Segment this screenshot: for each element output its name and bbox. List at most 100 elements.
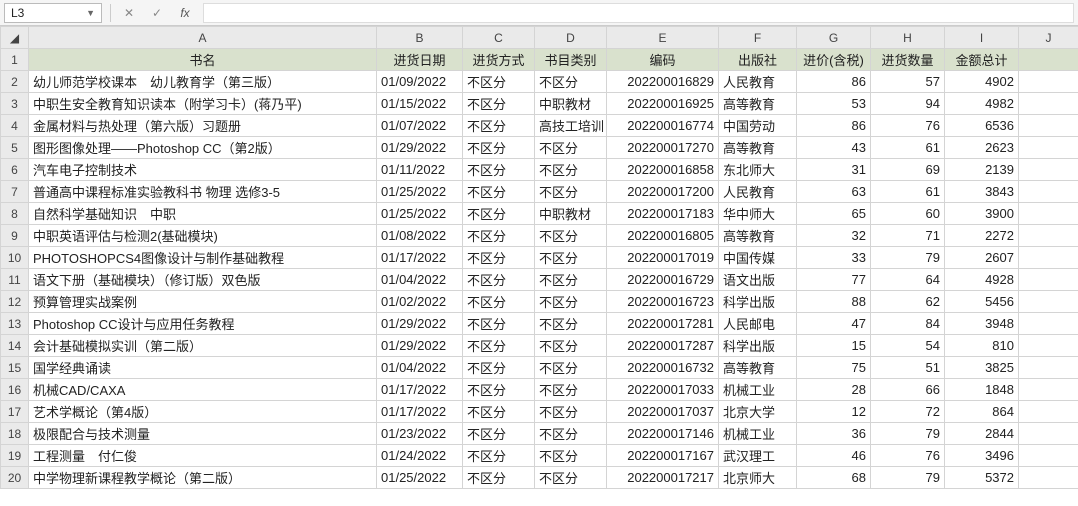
cell-name[interactable]: 国学经典诵读 bbox=[29, 357, 377, 379]
row-header[interactable]: 7 bbox=[1, 181, 29, 203]
cell-way[interactable]: 不区分 bbox=[463, 467, 535, 489]
cell-qty[interactable]: 72 bbox=[871, 401, 945, 423]
cell-pub[interactable]: 人民教育 bbox=[719, 181, 797, 203]
cell-empty[interactable] bbox=[1019, 401, 1078, 423]
cell-date[interactable]: 01/29/2022 bbox=[377, 313, 463, 335]
cell-name[interactable]: 语文下册（基础模块）（修订版）双色版 bbox=[29, 269, 377, 291]
cell-price[interactable]: 75 bbox=[797, 357, 871, 379]
cell-pub[interactable]: 人民教育 bbox=[719, 71, 797, 93]
data-header-cell[interactable]: 书目类别 bbox=[535, 49, 607, 71]
cell-way[interactable]: 不区分 bbox=[463, 269, 535, 291]
cell-qty[interactable]: 62 bbox=[871, 291, 945, 313]
cell-qty[interactable]: 60 bbox=[871, 203, 945, 225]
cell-way[interactable]: 不区分 bbox=[463, 357, 535, 379]
cancel-formula-button[interactable]: ✕ bbox=[119, 3, 139, 23]
cell-cat[interactable]: 不区分 bbox=[535, 137, 607, 159]
cell-qty[interactable]: 69 bbox=[871, 159, 945, 181]
row-header[interactable]: 13 bbox=[1, 313, 29, 335]
cell-price[interactable]: 36 bbox=[797, 423, 871, 445]
cell-price[interactable]: 15 bbox=[797, 335, 871, 357]
cell-empty[interactable] bbox=[1019, 49, 1078, 71]
cell-qty[interactable]: 61 bbox=[871, 181, 945, 203]
cell-cat[interactable]: 不区分 bbox=[535, 225, 607, 247]
cell-price[interactable]: 43 bbox=[797, 137, 871, 159]
row-header[interactable]: 20 bbox=[1, 467, 29, 489]
col-header-B[interactable]: B bbox=[377, 27, 463, 49]
cell-qty[interactable]: 57 bbox=[871, 71, 945, 93]
col-header-D[interactable]: D bbox=[535, 27, 607, 49]
cell-date[interactable]: 01/11/2022 bbox=[377, 159, 463, 181]
cell-date[interactable]: 01/02/2022 bbox=[377, 291, 463, 313]
cell-price[interactable]: 31 bbox=[797, 159, 871, 181]
cell-code[interactable]: 202200017200 bbox=[607, 181, 719, 203]
cell-date[interactable]: 01/17/2022 bbox=[377, 379, 463, 401]
data-header-cell[interactable]: 进货数量 bbox=[871, 49, 945, 71]
cell-name[interactable]: 中学物理新课程教学概论（第二版） bbox=[29, 467, 377, 489]
cell-date[interactable]: 01/25/2022 bbox=[377, 181, 463, 203]
data-header-cell[interactable]: 出版社 bbox=[719, 49, 797, 71]
name-box[interactable]: L3 ▼ bbox=[4, 3, 102, 23]
cell-name[interactable]: 机械CAD/CAXA bbox=[29, 379, 377, 401]
cell-name[interactable]: 自然科学基础知识 中职 bbox=[29, 203, 377, 225]
cell-code[interactable]: 202200016732 bbox=[607, 357, 719, 379]
cell-pub[interactable]: 武汉理工 bbox=[719, 445, 797, 467]
cell-empty[interactable] bbox=[1019, 313, 1078, 335]
row-header[interactable]: 11 bbox=[1, 269, 29, 291]
select-all-corner[interactable]: ◢ bbox=[1, 27, 29, 49]
cell-total[interactable]: 864 bbox=[945, 401, 1019, 423]
cell-pub[interactable]: 机械工业 bbox=[719, 423, 797, 445]
formula-input[interactable] bbox=[203, 3, 1074, 23]
cell-date[interactable]: 01/23/2022 bbox=[377, 423, 463, 445]
cell-pub[interactable]: 华中师大 bbox=[719, 203, 797, 225]
row-header[interactable]: 4 bbox=[1, 115, 29, 137]
cell-date[interactable]: 01/07/2022 bbox=[377, 115, 463, 137]
row-header[interactable]: 18 bbox=[1, 423, 29, 445]
cell-total[interactable]: 2139 bbox=[945, 159, 1019, 181]
row-header[interactable]: 16 bbox=[1, 379, 29, 401]
cell-empty[interactable] bbox=[1019, 225, 1078, 247]
cell-cat[interactable]: 不区分 bbox=[535, 401, 607, 423]
cell-name[interactable]: Photoshop CC设计与应用任务教程 bbox=[29, 313, 377, 335]
spreadsheet-grid[interactable]: ◢ A B C D E F G H I J 1书名进货日期进货方式书目类别编码出… bbox=[0, 26, 1078, 506]
cell-empty[interactable] bbox=[1019, 467, 1078, 489]
cell-date[interactable]: 01/17/2022 bbox=[377, 401, 463, 423]
cell-cat[interactable]: 不区分 bbox=[535, 313, 607, 335]
cell-empty[interactable] bbox=[1019, 423, 1078, 445]
cell-way[interactable]: 不区分 bbox=[463, 137, 535, 159]
cell-price[interactable]: 77 bbox=[797, 269, 871, 291]
data-header-cell[interactable]: 编码 bbox=[607, 49, 719, 71]
cell-total[interactable]: 5372 bbox=[945, 467, 1019, 489]
data-header-cell[interactable]: 进货日期 bbox=[377, 49, 463, 71]
cell-date[interactable]: 01/08/2022 bbox=[377, 225, 463, 247]
cell-qty[interactable]: 64 bbox=[871, 269, 945, 291]
cell-qty[interactable]: 54 bbox=[871, 335, 945, 357]
cell-code[interactable]: 202200016729 bbox=[607, 269, 719, 291]
cell-name[interactable]: 工程测量 付仁俊 bbox=[29, 445, 377, 467]
cell-date[interactable]: 01/24/2022 bbox=[377, 445, 463, 467]
cell-empty[interactable] bbox=[1019, 115, 1078, 137]
row-header[interactable]: 6 bbox=[1, 159, 29, 181]
cell-way[interactable]: 不区分 bbox=[463, 401, 535, 423]
cell-total[interactable]: 6536 bbox=[945, 115, 1019, 137]
cell-date[interactable]: 01/25/2022 bbox=[377, 467, 463, 489]
cell-empty[interactable] bbox=[1019, 291, 1078, 313]
cell-pub[interactable]: 机械工业 bbox=[719, 379, 797, 401]
cell-code[interactable]: 202200016723 bbox=[607, 291, 719, 313]
cell-pub[interactable]: 科学出版 bbox=[719, 335, 797, 357]
cell-cat[interactable]: 高技工培训 bbox=[535, 115, 607, 137]
cell-price[interactable]: 63 bbox=[797, 181, 871, 203]
data-header-cell[interactable]: 进货方式 bbox=[463, 49, 535, 71]
cell-qty[interactable]: 61 bbox=[871, 137, 945, 159]
cell-cat[interactable]: 不区分 bbox=[535, 423, 607, 445]
row-header[interactable]: 14 bbox=[1, 335, 29, 357]
cell-code[interactable]: 202200016805 bbox=[607, 225, 719, 247]
data-header-cell[interactable]: 进价(含税) bbox=[797, 49, 871, 71]
cell-date[interactable]: 01/04/2022 bbox=[377, 269, 463, 291]
cell-way[interactable]: 不区分 bbox=[463, 335, 535, 357]
cell-code[interactable]: 202200016774 bbox=[607, 115, 719, 137]
cell-qty[interactable]: 66 bbox=[871, 379, 945, 401]
cell-date[interactable]: 01/17/2022 bbox=[377, 247, 463, 269]
col-header-F[interactable]: F bbox=[719, 27, 797, 49]
cell-pub[interactable]: 科学出版 bbox=[719, 291, 797, 313]
cell-code[interactable]: 202200017037 bbox=[607, 401, 719, 423]
